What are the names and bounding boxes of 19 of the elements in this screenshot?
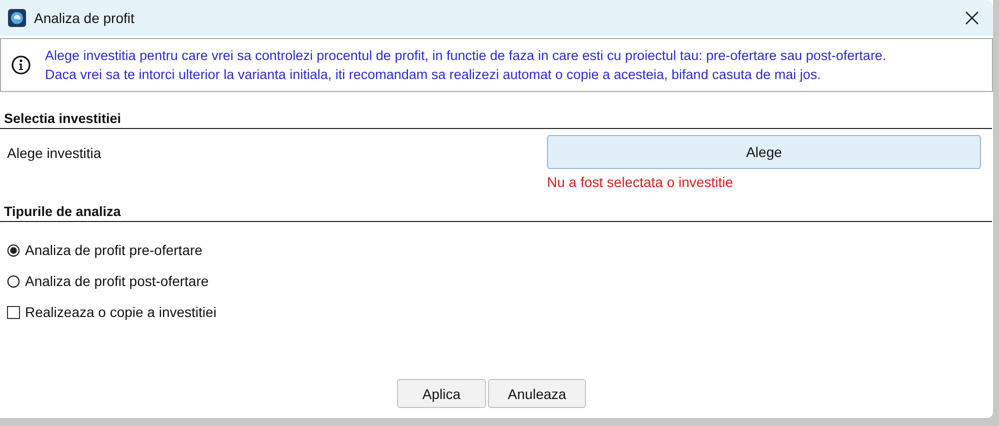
radio-button[interactable] [7, 244, 20, 256]
field-label: Alege investitia [7, 144, 102, 163]
app-logo-icon [8, 9, 26, 27]
dialog-button[interactable]: Aplica [397, 379, 486, 408]
option-label: Analiza de profit post-ofertare [25, 273, 209, 289]
close-icon[interactable] [965, 11, 979, 25]
dialog-button[interactable]: Anuleaza [488, 379, 586, 408]
radio-button[interactable] [7, 274, 20, 288]
info-text: Alege investitia pentru care vrei sa controlezi procentul de profit, in functie de faza in care esti cu proiectul tau: pre-ofertare sau post-ofertare. [45, 48, 886, 63]
option-label: Analiza de profit pre-ofertare [25, 242, 202, 258]
error-message: Nu a fost selectata o investitie [547, 174, 734, 190]
window-title: Analiza de profit [34, 10, 136, 26]
section-heading: Tipurile de analiza [0, 204, 992, 222]
option-label: Realizeaza o copie a investitiei [25, 304, 216, 320]
info-text: Daca vrei sa te intorci ulterior la varianta initiala, iti recomandam sa realizezi automat o copie a acesteia, bifand casuta de mai jos. [45, 67, 822, 82]
section-heading: Selectia investitiei [0, 111, 992, 129]
checkbox[interactable] [7, 306, 20, 318]
choose-button[interactable]: Alege [547, 135, 981, 169]
info-icon [11, 55, 31, 75]
